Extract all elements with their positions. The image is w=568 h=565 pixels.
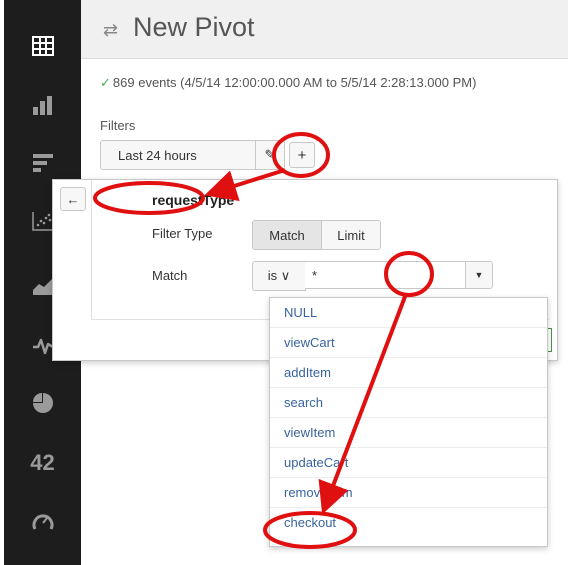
check-icon: ✓ bbox=[100, 75, 111, 90]
status-text: 869 events (4/5/14 12:00:00.000 AM to 5/… bbox=[112, 75, 477, 90]
match-value-dropdown: NULL viewCart addItem search viewItem up… bbox=[269, 297, 548, 547]
bar-chart-icon[interactable] bbox=[4, 143, 81, 183]
filter-type-match-button[interactable]: Match bbox=[253, 221, 322, 249]
gauge-icon[interactable] bbox=[4, 502, 81, 542]
filter-field-name: requestType bbox=[152, 192, 235, 208]
filter-type-limit-button[interactable]: Limit bbox=[322, 221, 380, 249]
dropdown-option[interactable]: viewItem bbox=[270, 418, 547, 448]
match-label: Match bbox=[152, 268, 188, 283]
filters-label: Filters bbox=[100, 118, 136, 133]
title-bar: ⇄ New Pivot bbox=[81, 0, 568, 59]
dropdown-option[interactable]: viewCart bbox=[270, 328, 547, 358]
edit-filter-icon[interactable]: ✎ bbox=[255, 141, 284, 169]
single-value-label: 42 bbox=[30, 450, 55, 475]
add-filter-button[interactable]: + bbox=[289, 142, 315, 168]
pie-chart-icon[interactable] bbox=[4, 383, 81, 423]
pivot-icon: ⇄ bbox=[103, 20, 119, 40]
dropdown-option[interactable]: addItem bbox=[270, 358, 547, 388]
column-chart-icon[interactable] bbox=[4, 85, 81, 125]
table-icon[interactable] bbox=[4, 26, 81, 66]
time-filter-label[interactable]: Last 24 hours bbox=[101, 148, 255, 163]
time-filter-pill[interactable]: Last 24 hours ✎ bbox=[100, 140, 285, 170]
dropdown-arrow-button[interactable]: ▼ bbox=[465, 261, 493, 289]
dropdown-option[interactable]: updateCart bbox=[270, 448, 547, 478]
single-value-icon[interactable]: 42 bbox=[4, 443, 81, 483]
page-title: New Pivot bbox=[133, 12, 255, 42]
filter-type-toggle: Match Limit bbox=[252, 220, 381, 250]
filter-type-label: Filter Type bbox=[152, 226, 213, 241]
dropdown-option[interactable]: NULL bbox=[270, 298, 547, 328]
match-value-input[interactable]: * bbox=[305, 261, 465, 289]
dropdown-option[interactable]: removeItem bbox=[270, 478, 547, 508]
event-count-status: ✓ 869 events (4/5/14 12:00:00.000 AM to 5… bbox=[100, 75, 476, 91]
dropdown-option-checkout[interactable]: checkout bbox=[270, 508, 547, 538]
back-arrow-icon[interactable]: ← bbox=[60, 187, 86, 211]
dropdown-option[interactable]: search bbox=[270, 388, 547, 418]
match-operator-select[interactable]: is ∨ bbox=[252, 261, 306, 291]
